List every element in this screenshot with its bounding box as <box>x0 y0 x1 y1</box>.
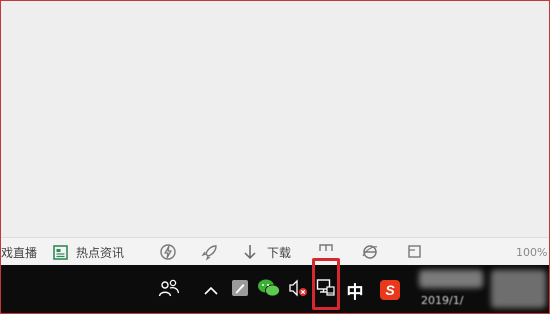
window-tool-button[interactable] <box>406 242 424 262</box>
chevron-up-icon <box>204 281 218 300</box>
windows-taskbar: 中 S 2019/1/ <box>1 265 549 313</box>
news-icon <box>53 244 68 260</box>
volume-muted-icon <box>287 278 309 302</box>
statusbar-item-hot-news[interactable]: 热点资讯 <box>53 242 124 262</box>
input-method-label: 中 <box>346 282 364 303</box>
sogou-ime-button[interactable]: S <box>378 279 402 301</box>
rocket-icon <box>201 243 219 261</box>
statusbar-item-live[interactable]: 戏直播 <box>1 242 37 262</box>
statusbar-item-download[interactable]: 下载 <box>243 242 291 262</box>
browser-statusbar: 戏直播 热点资讯 下载 100% <box>1 237 549 265</box>
window-icon <box>406 243 424 261</box>
zoom-level-label: 100% <box>516 245 548 259</box>
network-icon-highlight <box>312 258 340 310</box>
statusbar-item-hot-news-label: 热点资讯 <box>76 245 125 260</box>
wechat-tray-button[interactable] <box>255 278 283 302</box>
volume-button[interactable] <box>286 278 310 302</box>
sogou-icon: S <box>380 280 400 300</box>
ie-icon <box>361 243 379 261</box>
input-method-button[interactable]: 中 <box>343 278 367 303</box>
zoom-level[interactable]: 100% <box>516 242 547 262</box>
clock-date[interactable]: 2019/1/ <box>421 292 483 308</box>
screenshot-frame: 戏直播 热点资讯 下载 100% 中 S 2019/1/ <box>0 0 550 314</box>
statusbar-item-live-label: 戏直播 <box>1 245 38 260</box>
download-arrow-icon <box>243 243 257 261</box>
pen-tray-icon <box>231 279 249 301</box>
notification-area-redacted[interactable] <box>491 270 546 308</box>
browser-mode-button[interactable] <box>361 242 379 262</box>
wechat-icon <box>257 278 281 302</box>
browser-content-area <box>1 1 549 237</box>
statusbar-item-download-label: 下载 <box>267 245 292 260</box>
accelerate-button[interactable] <box>159 242 177 262</box>
show-hidden-icons-button[interactable] <box>200 279 222 301</box>
people-button[interactable] <box>156 278 182 302</box>
tray-app-button[interactable] <box>229 279 251 301</box>
people-icon <box>158 278 180 302</box>
clock-time-redacted <box>419 270 483 288</box>
speedup-button[interactable] <box>201 242 219 262</box>
clock-date-label: 2019/1/ <box>421 293 464 307</box>
accelerate-icon <box>159 243 177 261</box>
